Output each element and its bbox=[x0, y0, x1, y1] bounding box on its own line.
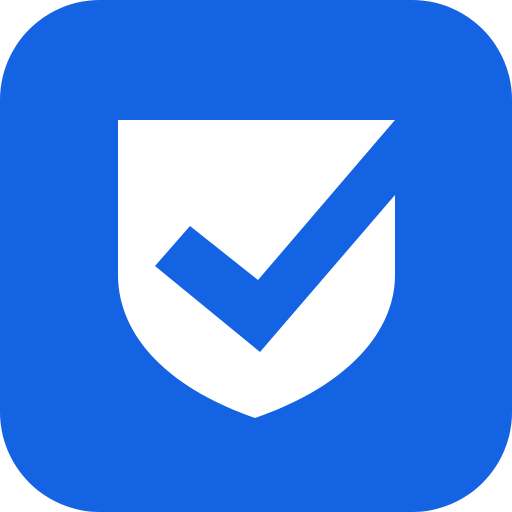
app-icon-canvas bbox=[0, 0, 512, 512]
app-icon-tile[interactable] bbox=[0, 0, 512, 512]
